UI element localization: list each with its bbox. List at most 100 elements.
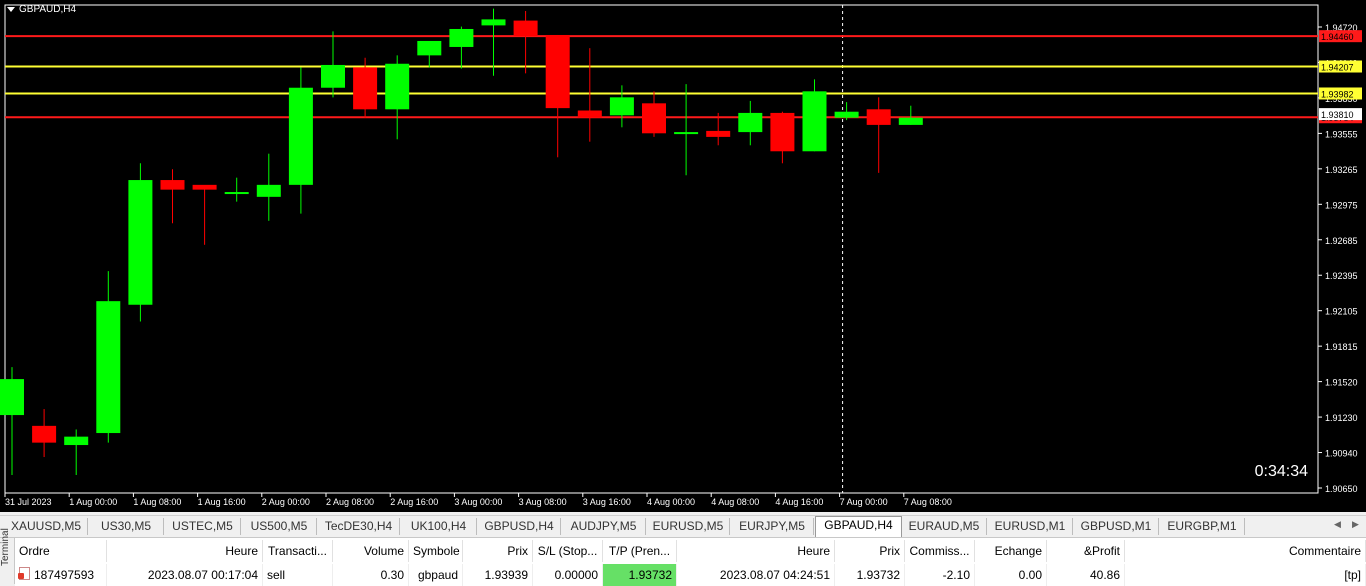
terminal-panel: Terminal Ordre Heure Transacti... Volume Sym… — [0, 528, 1366, 586]
x-tick-label: 3 Aug 16:00 — [583, 497, 631, 507]
column-header[interactable]: T/P (Pren... — [603, 540, 677, 562]
tab-eurusd-m1[interactable]: EURUSD,M1 — [988, 518, 1073, 535]
candle-bear — [577, 110, 602, 118]
column-header[interactable]: S/L (Stop... — [533, 540, 603, 562]
candle-bull — [834, 111, 859, 118]
candle-bull — [738, 112, 763, 133]
terminal-header: Ordre Heure Transacti... Volume Symbole Prix S… — [15, 540, 1366, 562]
x-tick-label: 1 Aug 16:00 — [198, 497, 246, 507]
chart-tabs-bar: XAUUSD,M5 US30,M5 USTEC,M5 US500,M5 TecDE30,… — [0, 515, 1366, 537]
x-tick-label: 4 Aug 08:00 — [711, 497, 759, 507]
tab-xauusd-m5[interactable]: XAUUSD,M5 — [5, 518, 88, 535]
tab-audjpy-m5[interactable]: AUDJPY,M5 — [562, 518, 646, 535]
x-tick-label: 2 Aug 08:00 — [326, 497, 374, 507]
order-id: 187497593 — [34, 568, 95, 582]
column-header[interactable]: Prix — [835, 540, 905, 562]
candle-bull — [224, 192, 249, 195]
candle-bull — [321, 64, 345, 88]
candle-bull — [288, 87, 313, 185]
column-header[interactable]: Heure — [107, 540, 263, 562]
x-tick-label: 7 Aug 00:00 — [840, 497, 888, 507]
tab-tecde30-h4[interactable]: TecDE30,H4 — [318, 518, 400, 535]
candle-bull — [898, 117, 923, 125]
candle-bear — [706, 130, 731, 137]
tab-scroll-left-icon[interactable]: ◀ — [1334, 519, 1341, 530]
tab-eurjpy-m5[interactable]: EURJPY,M5 — [731, 518, 814, 535]
x-tick-label: 7 Aug 08:00 — [904, 497, 952, 507]
tab-eurusd-m5[interactable]: EURUSD,M5 — [647, 518, 730, 535]
chart-symbol-title[interactable]: GBPAUD,H4 — [7, 4, 76, 15]
column-header[interactable]: Heure — [677, 540, 835, 562]
candle-bull — [128, 180, 153, 305]
column-header[interactable]: Echange — [975, 540, 1047, 562]
x-tick-label: 4 Aug 00:00 — [647, 497, 695, 507]
column-header[interactable]: Symbole — [409, 540, 463, 562]
y-tick-label: 1.92395 — [1325, 271, 1358, 281]
candle-bull — [96, 301, 121, 434]
y-tick-label: 1.92975 — [1325, 200, 1358, 210]
price-level-label: 1.94207 — [1321, 63, 1354, 73]
x-tick-label: 3 Aug 08:00 — [519, 497, 567, 507]
candle-bull — [609, 97, 634, 116]
tab-euraud-m5[interactable]: EURAUD,M5 — [902, 518, 987, 535]
y-tick-label: 1.92685 — [1325, 236, 1358, 246]
tab-gbpusd-h4[interactable]: GBPUSD,H4 — [478, 518, 561, 535]
y-tick-label: 1.92105 — [1325, 307, 1358, 317]
price-level-label: 1.93982 — [1321, 89, 1354, 99]
y-tick-label: 1.91520 — [1325, 378, 1358, 388]
candle-bull — [256, 184, 281, 197]
candle-bear — [192, 184, 217, 190]
tab-gbpaud-h4[interactable]: GBPAUD,H4 — [815, 516, 902, 537]
menu-triangle-icon — [7, 6, 15, 12]
x-tick-label: 4 Aug 16:00 — [775, 497, 823, 507]
candle-bear — [545, 34, 570, 109]
candle-bear — [32, 425, 57, 443]
terminal-side-label[interactable]: Terminal — [0, 528, 15, 584]
chart-area[interactable]: 1.947201.941401.938501.935551.932651.929… — [0, 0, 1366, 512]
candle-bull — [385, 63, 410, 110]
y-tick-label: 1.93555 — [1325, 129, 1358, 139]
column-header[interactable]: Commiss... — [905, 540, 975, 562]
symbol-title-text: GBPAUD,H4 — [19, 4, 77, 15]
tab-uk100-h4[interactable]: UK100,H4 — [401, 518, 477, 535]
column-header[interactable]: Ordre — [15, 540, 107, 562]
candle-bull — [674, 132, 699, 135]
column-header[interactable]: Commentaire — [1125, 540, 1366, 562]
candle-bear — [770, 112, 795, 152]
y-tick-label: 1.90650 — [1325, 484, 1358, 494]
column-header[interactable]: Volume — [333, 540, 409, 562]
candle-bear — [160, 180, 185, 190]
tab-us30-m5[interactable]: US30,M5 — [89, 518, 164, 535]
price-level-label: 1.94460 — [1321, 32, 1354, 42]
candle-bear — [353, 67, 378, 110]
candle-bull — [481, 19, 506, 26]
column-header[interactable]: &Profit — [1047, 540, 1125, 562]
plot-frame — [4, 4, 1319, 494]
column-header[interactable]: Transacti... — [263, 540, 333, 562]
y-tick-label: 1.93265 — [1325, 165, 1358, 175]
x-tick-label: 1 Aug 00:00 — [69, 497, 117, 507]
candle-bear — [866, 109, 891, 125]
bar-countdown: 0:34:34 — [1254, 463, 1308, 480]
candle-bull — [417, 40, 442, 56]
price-level-label: 1.93810 — [1321, 110, 1354, 120]
tab-eurgbp-m1[interactable]: EURGBP,M1 — [1160, 518, 1245, 535]
price-chart[interactable]: 1.947201.941401.938501.935551.932651.929… — [0, 0, 1366, 512]
candle-bull — [449, 28, 474, 47]
y-tick-label: 1.90940 — [1325, 449, 1358, 459]
candle-bull — [0, 379, 24, 416]
y-tick-label: 1.91230 — [1325, 413, 1358, 423]
tab-us500-m5[interactable]: US500,M5 — [242, 518, 317, 535]
x-tick-label: 1 Aug 08:00 — [133, 497, 181, 507]
column-header[interactable]: Prix — [463, 540, 533, 562]
tab-ustec-m5[interactable]: USTEC,M5 — [165, 518, 241, 535]
tab-gbpusd-m1[interactable]: GBPUSD,M1 — [1074, 518, 1159, 535]
tab-scroll-right-icon[interactable]: ▶ — [1352, 519, 1359, 530]
x-tick-label: 3 Aug 00:00 — [454, 497, 502, 507]
y-tick-label: 1.91815 — [1325, 342, 1358, 352]
x-tick-label: 2 Aug 16:00 — [390, 497, 438, 507]
sell-order-icon — [18, 567, 30, 580]
candle-bull — [802, 91, 827, 152]
candle-bear — [642, 103, 666, 134]
x-tick-label: 2 Aug 00:00 — [262, 497, 310, 507]
